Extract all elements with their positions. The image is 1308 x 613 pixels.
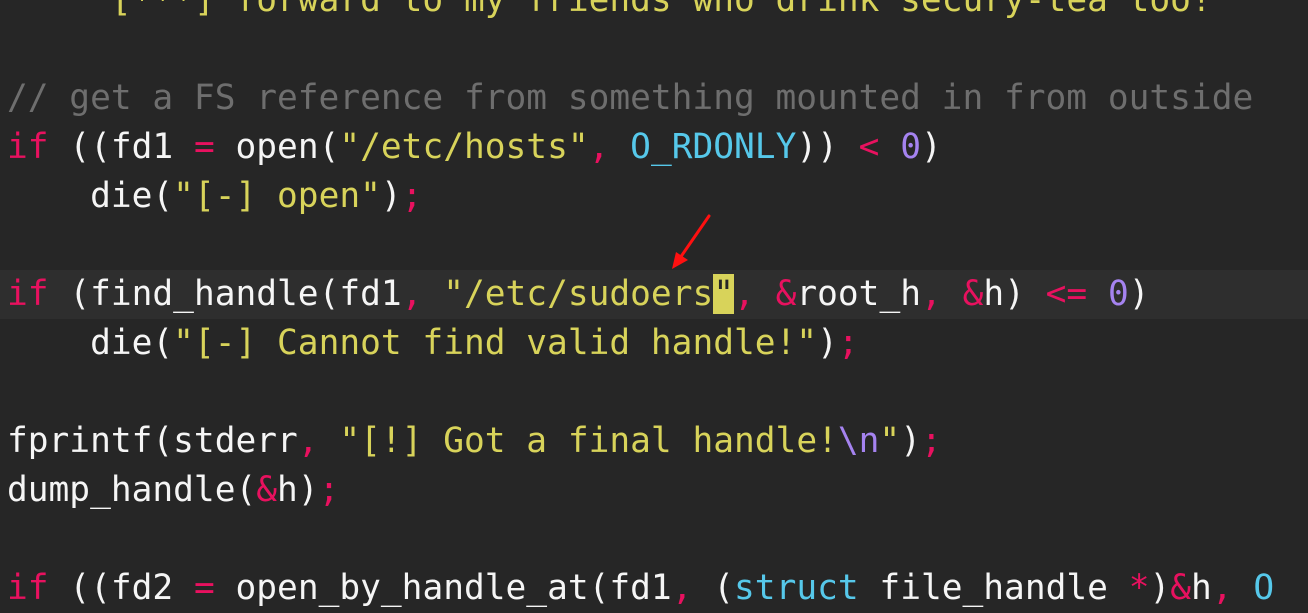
code-line-current[interactable]: if (find_handle(fd1, "/etc/sudoers", &ro… (0, 270, 1308, 319)
code-token: "[***] forward to my friends who drink s… (90, 0, 1212, 20)
code-token: ; (401, 176, 423, 216)
code-token: ) (380, 176, 402, 216)
code-token: ) (1149, 568, 1171, 608)
code-token: dump_handle( (7, 470, 257, 510)
code-line[interactable]: if ((fd1 = open("/etc/hosts", O_RDONLY))… (7, 123, 1308, 172)
code-token: ((fd2 (48, 568, 194, 608)
code-token: if (7, 274, 49, 314)
code-token: ) (1128, 274, 1150, 314)
code-token: // get a FS reference from something mou… (7, 78, 1254, 118)
code-token: "[-] Cannot find valid handle!" (173, 323, 818, 363)
code-token: if (7, 568, 49, 608)
code-token: & (256, 470, 278, 510)
code-token: open_by_handle_at(fd1 (214, 568, 672, 608)
code-line[interactable]: if ((fd2 = open_by_handle_at(fd1, (struc… (7, 564, 1308, 613)
text-cursor: " (713, 274, 735, 314)
code-token: & (775, 274, 797, 314)
code-token: " (879, 421, 901, 461)
code-token: "/etc/hosts" (339, 127, 589, 167)
code-token: if (7, 127, 49, 167)
code-token: 0 (1107, 274, 1129, 314)
code-token: fprintf(stderr (7, 421, 298, 461)
code-line[interactable]: die("[-] Cannot find valid handle!"); (7, 319, 1308, 368)
code-token: h (1191, 568, 1212, 608)
code-token: ((fd1 (48, 127, 194, 167)
code-token: )) (796, 127, 859, 167)
code-editor[interactable]: "[***] forward to my friends who drink s… (0, 0, 1308, 613)
code-line[interactable] (7, 221, 1308, 270)
code-line[interactable]: // get a FS reference from something mou… (7, 74, 1308, 123)
code-token: O_RDONLY (630, 127, 797, 167)
code-token: h) (983, 274, 1046, 314)
code-token: file_handle (858, 568, 1129, 608)
code-token: ) (900, 421, 921, 461)
code-token: & (962, 274, 984, 314)
code-token: "[-] open" (173, 176, 381, 216)
code-token: ) (817, 323, 838, 363)
code-token: ; (920, 421, 942, 461)
code-token: (find_handle(fd1 (48, 274, 402, 314)
code-token: root_h (796, 274, 921, 314)
code-line[interactable]: fprintf(stderr, "[!] Got a final handle!… (7, 417, 1308, 466)
code-token: , (297, 421, 319, 461)
code-token: , (734, 274, 755, 314)
code-token: = (193, 127, 215, 167)
code-line[interactable]: dump_handle(&h); (7, 466, 1308, 515)
code-token: ; (837, 323, 859, 363)
code-line[interactable] (7, 368, 1308, 417)
code-token: O (1253, 568, 1275, 608)
code-token: , (588, 127, 610, 167)
code-line[interactable] (7, 515, 1308, 564)
code-token: , (1211, 568, 1233, 608)
code-token: "[!] Got a final handle! (339, 421, 838, 461)
code-token: * (1128, 568, 1150, 608)
code-token: ) (921, 127, 942, 167)
code-token: , (671, 568, 693, 608)
code-token: & (1170, 568, 1192, 608)
code-token: die( (7, 176, 174, 216)
code-token: < (858, 127, 880, 167)
code-line[interactable]: "[***] forward to my friends who drink s… (7, 0, 1308, 25)
code-token: ; (318, 470, 340, 510)
code-token: , (921, 274, 942, 314)
code-line[interactable] (7, 25, 1308, 74)
code-token: <= (1045, 274, 1088, 314)
code-token: ( (692, 568, 735, 608)
code-line[interactable]: die("[-] open"); (7, 172, 1308, 221)
code-token: open( (214, 127, 340, 167)
code-token: 0 (900, 127, 921, 167)
code-token: struct (734, 568, 859, 608)
code-token: , (401, 274, 423, 314)
code-token: h) (277, 470, 319, 510)
code-token: "/etc/sudoers (443, 274, 714, 314)
code-token: = (193, 568, 215, 608)
code-token: die( (7, 323, 174, 363)
code-token: \n (837, 421, 880, 461)
